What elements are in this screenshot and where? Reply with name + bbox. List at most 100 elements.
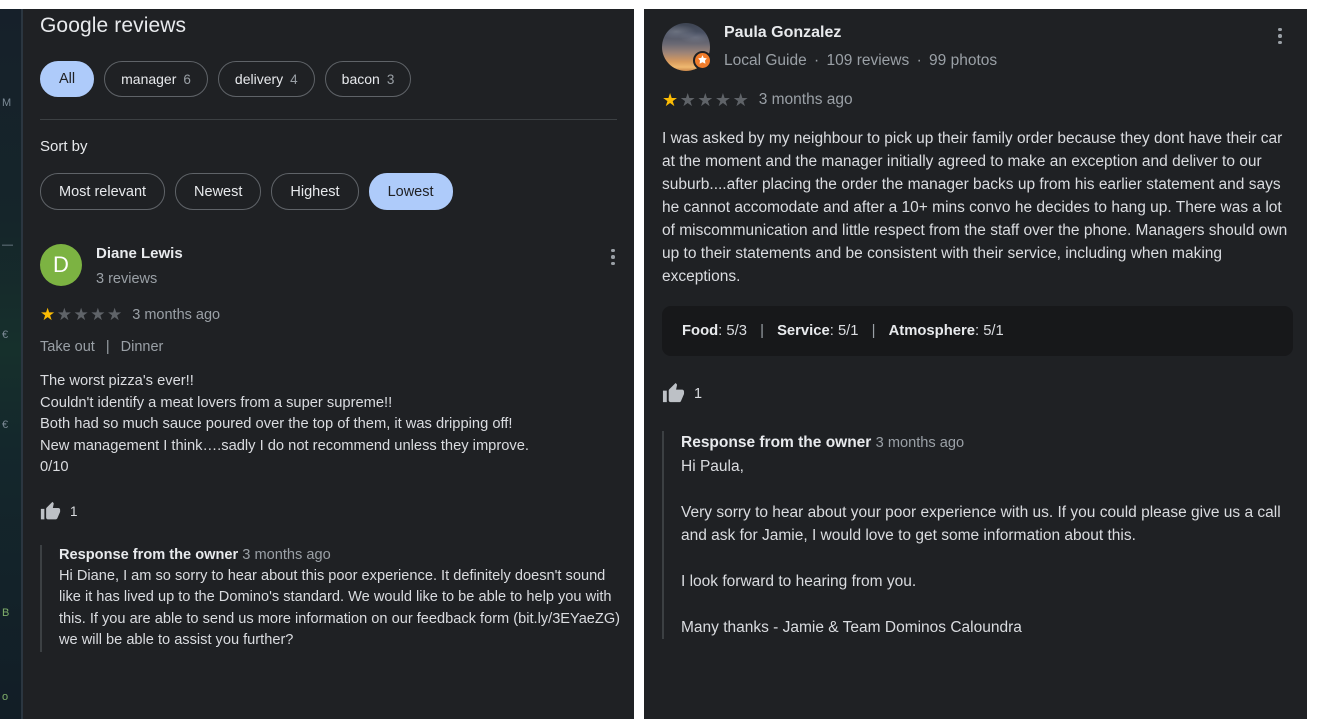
section-divider <box>40 119 617 120</box>
review-timestamp: 3 months ago <box>758 91 853 108</box>
bg-glyph: o <box>2 691 9 703</box>
page-title: Google reviews <box>40 14 187 37</box>
sort-options: Most relevant Newest Highest Lowest <box>40 173 634 210</box>
sort-option-newest[interactable]: Newest <box>175 173 262 210</box>
sub-rating-label-food: Food <box>682 323 719 339</box>
review-timestamp: 3 months ago <box>132 306 221 323</box>
sub-rating-label-atmosphere: Atmosphere <box>888 323 975 339</box>
owner-response-time: 3 months ago <box>242 546 331 563</box>
star-icon: ★ <box>714 89 732 110</box>
sort-option-label: Lowest <box>387 183 434 200</box>
review-detail-panel: Paula Gonzalez Local Guide · 109 reviews… <box>644 9 1307 719</box>
visit-tag-service: Take out <box>40 339 95 355</box>
local-guide-star-icon <box>698 55 707 64</box>
reviewer-meta: Diane Lewis 3 reviews <box>96 244 586 289</box>
thumbs-up-icon <box>40 501 61 519</box>
visit-tags: Take out | Dinner <box>40 339 626 355</box>
review-header: Paula Gonzalez Local Guide · 109 reviews… <box>662 23 1293 71</box>
filter-chip-bacon[interactable]: bacon 3 <box>324 61 412 97</box>
more-options-icon[interactable] <box>600 244 626 270</box>
sub-rating-value-atmosphere: 5/1 <box>983 323 1004 339</box>
bg-glyph: M <box>2 97 12 109</box>
bg-glyph: — <box>2 239 13 251</box>
owner-response-label: Response from the owner <box>59 546 239 563</box>
filter-chip-label: bacon <box>341 71 380 87</box>
sort-option-label: Highest <box>290 183 340 200</box>
sub-rating-separator: | <box>760 323 764 339</box>
bottom-margin <box>0 719 1330 728</box>
owner-response-text: Hi Diane, I am so sorry to hear about th… <box>59 567 621 649</box>
owner-response: Response from the owner 3 months ago Hi … <box>40 544 626 652</box>
screenshot-root: M — € € B o C H Google reviews All manag… <box>0 0 1330 728</box>
star-icon: ★ <box>662 89 679 110</box>
sort-option-highest[interactable]: Highest <box>271 173 359 210</box>
more-options-icon[interactable] <box>1267 23 1293 49</box>
filter-chip-count: 6 <box>183 71 191 87</box>
avatar <box>662 23 712 71</box>
reviewer-credentials: Local Guide · 109 reviews · 99 photos <box>724 51 1253 71</box>
star-rating: ★ ★ ★ ★ ★ <box>662 89 749 110</box>
sort-option-most-relevant[interactable]: Most relevant <box>40 173 166 210</box>
owner-response-header: Response from the owner 3 months ago <box>59 545 626 566</box>
thumbs-up-icon <box>662 382 685 403</box>
panel-gap <box>634 0 644 728</box>
owner-response-header: Response from the owner 3 months ago <box>681 431 1293 455</box>
review-header: D Diane Lewis 3 reviews <box>40 244 626 289</box>
like-button[interactable]: 1 <box>40 501 626 522</box>
visit-tag-meal: Dinner <box>120 339 164 355</box>
star-rating: ★ ★ ★ ★ ★ <box>40 306 122 323</box>
avatar: D <box>40 244 82 286</box>
sort-by-label: Sort by <box>40 138 88 155</box>
sub-rating-value-service: 5/1 <box>837 323 859 339</box>
bg-glyph: B <box>2 607 10 619</box>
filter-chip-manager[interactable]: manager 6 <box>104 61 208 97</box>
filter-chip-all[interactable]: All <box>40 61 95 97</box>
like-button[interactable]: 1 <box>662 382 1293 405</box>
visit-tag-separator: | <box>105 339 110 355</box>
separator-dot: · <box>814 52 820 69</box>
reviewer-meta: Paula Gonzalez Local Guide · 109 reviews… <box>724 23 1253 71</box>
owner-response: Response from the owner 3 months ago Hi … <box>662 431 1293 639</box>
reviewer-review-count: 3 reviews <box>96 271 158 287</box>
owner-response-text: Hi Paula, Very sorry to hear about your … <box>681 458 1281 636</box>
star-icon: ★ <box>90 305 106 324</box>
reviewer-name[interactable]: Paula Gonzalez <box>724 23 1253 43</box>
background-glyphs: M — € € B o C H <box>2 0 22 728</box>
keyword-filter-chips: All manager 6 delivery 4 bacon 3 <box>40 61 634 97</box>
local-guide-label: Local Guide <box>724 52 807 69</box>
bg-glyph: € <box>2 329 9 341</box>
star-icon: ★ <box>697 89 714 110</box>
sub-rating-separator: | <box>871 323 876 339</box>
filter-chip-count: 4 <box>290 71 298 87</box>
sub-rating-colon: : <box>829 323 838 339</box>
sort-option-lowest[interactable]: Lowest <box>368 173 453 210</box>
rating-row: ★ ★ ★ ★ ★ 3 months ago <box>662 91 1293 109</box>
star-icon: ★ <box>56 305 72 324</box>
owner-response-time: 3 months ago <box>875 435 965 451</box>
avatar-initial: D <box>53 252 69 277</box>
background-page-strip: M — € € B o C H <box>0 0 22 728</box>
reviewer-review-count: 109 reviews <box>826 52 910 69</box>
sub-rating-value-food: 5/3 <box>726 323 747 339</box>
right-margin <box>1307 0 1330 728</box>
star-icon: ★ <box>40 305 56 324</box>
filter-chip-label: delivery <box>234 71 284 87</box>
review-card: D Diane Lewis 3 reviews ★ ★ ★ ★ ★ 3 mont… <box>23 244 634 652</box>
review-text: I was asked by my neighbour to pick up t… <box>662 130 1288 285</box>
filter-chip-delivery[interactable]: delivery 4 <box>217 61 315 97</box>
review-card: Paula Gonzalez Local Guide · 109 reviews… <box>644 23 1307 639</box>
top-margin <box>0 0 1330 9</box>
filter-chip-count: 3 <box>386 71 395 87</box>
like-count: 1 <box>694 385 703 402</box>
filter-chip-label: All <box>59 71 76 87</box>
sort-option-label: Most relevant <box>59 183 147 200</box>
reviewer-photo-count: 99 photos <box>929 52 998 69</box>
star-icon: ★ <box>73 305 89 324</box>
separator-dot: · <box>916 52 922 69</box>
review-text: The worst pizza's ever!! Couldn't identi… <box>40 373 529 475</box>
sub-rating-colon: : <box>974 323 984 339</box>
reviewer-name[interactable]: Diane Lewis <box>96 244 586 264</box>
sub-rating-label-service: Service <box>777 323 830 339</box>
like-count: 1 <box>70 503 78 519</box>
star-icon: ★ <box>679 89 696 110</box>
